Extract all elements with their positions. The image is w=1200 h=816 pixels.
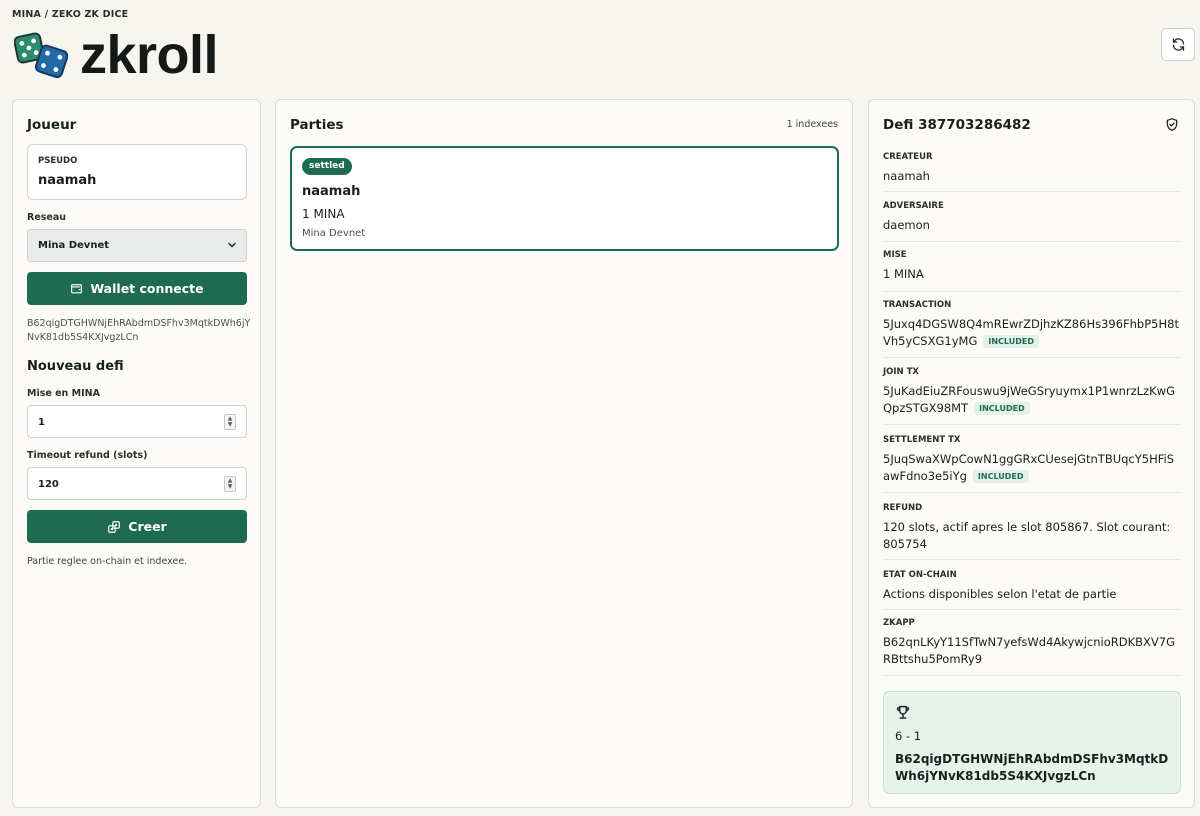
timeout-label: Timeout refund (slots)	[27, 450, 148, 461]
creator-row: CREATEUR naamah	[883, 152, 1181, 192]
refresh-button[interactable]	[1161, 28, 1195, 61]
settlement-tx-label: SETTLEMENT TX	[883, 435, 961, 445]
opponent-label: ADVERSAIRE	[883, 201, 944, 211]
zkapp-label: ZKAPP	[883, 618, 915, 628]
status-badge: settled	[302, 158, 352, 175]
trophy-icon	[896, 705, 910, 719]
network-label: Reseau	[27, 212, 67, 223]
player-panel-title: Joueur	[27, 117, 77, 133]
timeout-spinner[interactable]: ▲ ▼	[224, 476, 236, 492]
wallet-icon	[71, 284, 83, 294]
wallet-button-label: Wallet connecte	[90, 281, 204, 296]
game-card[interactable]: settled naamah 1 MINA Mina Devnet	[290, 146, 839, 251]
result-score: 6 - 1	[895, 729, 922, 743]
pseudo-field[interactable]: PSEUDO naamah	[27, 144, 247, 200]
tx-status-badge: INCLUDED	[983, 335, 1039, 348]
network-selected-value: Mina Devnet	[38, 240, 110, 251]
app-title: zkroll	[80, 25, 219, 85]
stake-label: Mise en MINA	[27, 388, 100, 399]
onchain-state-label: ETAT ON-CHAIN	[883, 570, 957, 580]
onchain-state-value: Actions disponibles selon l'etat de part…	[883, 587, 1117, 601]
timeout-input[interactable]: 120 ▲ ▼	[27, 467, 247, 500]
game-network: Mina Devnet	[302, 228, 366, 239]
refund-value: 120 slots, actif apres le slot 805867. S…	[883, 520, 1171, 551]
creator-value: naamah	[883, 169, 930, 183]
zkapp-row: ZKAPP B62qnLKyY11SfTwN7yefsWd4AkywjcnioR…	[883, 618, 1181, 676]
refund-row: REFUND 120 slots, actif apres le slot 80…	[883, 503, 1181, 560]
join-tx-status-badge: INCLUDED	[974, 402, 1030, 415]
app-brand: zkroll	[14, 25, 219, 85]
challenge-title: Defi 387703286482	[883, 117, 1031, 133]
transaction-label: TRANSACTION	[883, 300, 952, 310]
new-challenge-title: Nouveau defi	[27, 359, 124, 374]
settlement-tx-status-badge: INCLUDED	[972, 470, 1029, 483]
dice-create-icon	[108, 520, 121, 533]
pseudo-label: PSEUDO	[38, 156, 78, 166]
timeout-input-value: 120	[38, 479, 59, 490]
onchain-state-row: ETAT ON-CHAIN Actions disponibles selon …	[883, 570, 1181, 610]
chevron-down-icon	[228, 242, 236, 248]
winner-address: B62qigDTGHWNjEhRAbdmDSFhv3MqtkDWh6jYNvK8…	[895, 752, 1169, 783]
creator-label: CREATEUR	[883, 152, 933, 162]
challenge-detail-panel: Defi 387703286482 CREATEUR naamah ADVERS…	[868, 99, 1195, 808]
refund-label: REFUND	[883, 503, 923, 513]
opponent-value: daemon	[883, 218, 930, 232]
refresh-icon	[1172, 38, 1184, 51]
wallet-connected-button[interactable]: Wallet connecte	[27, 272, 247, 305]
games-panel: Parties 1 indexees settled naamah 1 MINA…	[275, 99, 853, 808]
settlement-tx-row: SETTLEMENT TX 5JuqSwaXWpCowN1ggGRxCUesej…	[883, 435, 1181, 493]
create-button-label: Creer	[128, 519, 167, 534]
join-tx-label: JOIN TX	[883, 367, 919, 377]
game-player-name: naamah	[302, 184, 361, 199]
stake-input[interactable]: 1 ▲ ▼	[27, 405, 247, 438]
stake-input-value: 1	[38, 417, 45, 428]
game-stake: 1 MINA	[302, 207, 345, 221]
result-box: 6 - 1 B62qigDTGHWNjEhRAbdmDSFhv3MqtkDWh6…	[883, 691, 1181, 794]
stake-spinner[interactable]: ▲ ▼	[224, 414, 236, 430]
opponent-row: ADVERSAIRE daemon	[883, 201, 1181, 242]
transaction-row: TRANSACTION 5Juxq4DGSW8Q4mREwrZDjhzKZ86H…	[883, 300, 1181, 358]
games-panel-title: Parties	[290, 117, 344, 133]
stake-row: MISE 1 MINA	[883, 250, 1181, 292]
status-footnote: Partie reglee on-chain et indexee.	[27, 556, 188, 567]
zkapp-address[interactable]: B62qnLKyY11SfTwN7yefsWd4AkywjcnioRDKBXV7…	[883, 634, 1181, 668]
stake-detail-label: MISE	[883, 250, 907, 260]
create-button[interactable]: Creer	[27, 510, 247, 543]
network-select[interactable]: Mina Devnet	[27, 229, 247, 262]
dice-icon	[14, 32, 68, 78]
wallet-address: B62qigDTGHWNjEhRAbdmDSFhv3MqtkDWh6jYNvK8…	[27, 318, 251, 343]
shield-check-icon	[1166, 118, 1178, 131]
stake-detail-value: 1 MINA	[883, 267, 924, 281]
join-tx-row: JOIN TX 5JuKadEiuZRFouswu9jWeGSryuymx1P1…	[883, 367, 1181, 425]
indexed-count: 1 indexees	[786, 119, 838, 130]
breadcrumb: MINA / ZEKO ZK DICE	[12, 9, 129, 20]
player-panel: Joueur PSEUDO naamah Reseau Mina Devnet …	[12, 99, 261, 808]
pseudo-value: naamah	[38, 173, 97, 188]
